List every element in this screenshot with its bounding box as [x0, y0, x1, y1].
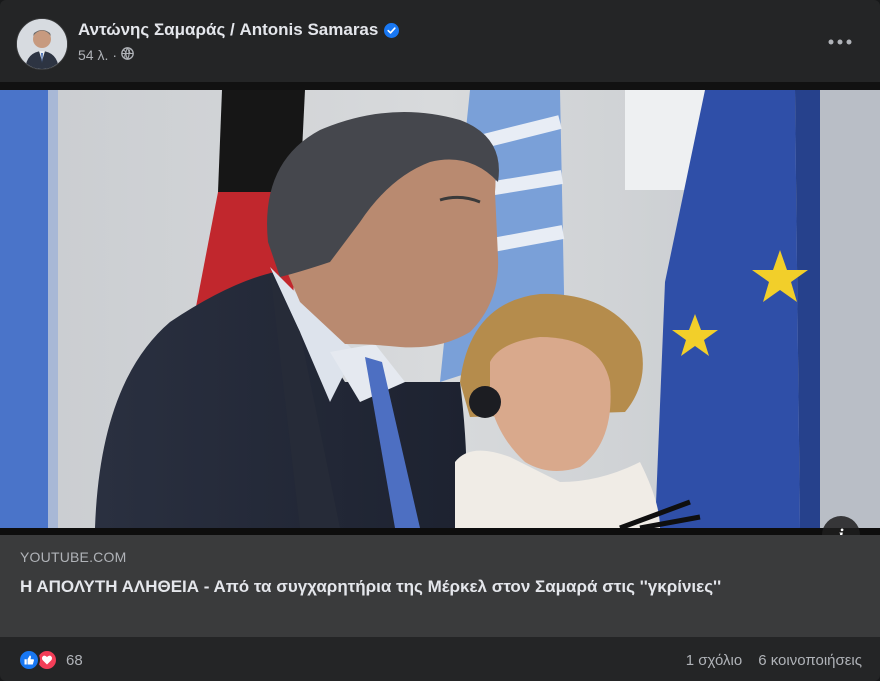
- post-meta: 54 λ. ·: [78, 47, 134, 63]
- more-options-icon[interactable]: [822, 24, 858, 60]
- verified-badge-icon: [384, 23, 400, 39]
- link-preview-image[interactable]: i: [0, 82, 880, 554]
- post-header: Αντώνης Σαμαράς / Antonis Samaras 54 λ. …: [0, 0, 880, 82]
- engagement-stats: 1 σχόλιο 6 κοινοποιήσεις: [686, 652, 862, 669]
- post-time[interactable]: 54 λ.: [78, 47, 108, 63]
- link-preview[interactable]: YOUTUBE.COM Η ΑΠΟΛΥΤΗ ΑΛΗΘΕΙΑ - Από τα σ…: [0, 535, 880, 637]
- author-name[interactable]: Αντώνης Σαμαράς / Antonis Samaras: [78, 20, 378, 39]
- post-card: Αντώνης Σαμαράς / Antonis Samaras 54 λ. …: [0, 0, 880, 681]
- reaction-count: 68: [66, 651, 83, 669]
- like-icon: [18, 649, 40, 671]
- reactions-summary[interactable]: 68: [18, 649, 83, 671]
- link-domain: YOUTUBE.COM: [20, 549, 127, 565]
- link-title[interactable]: Η ΑΠΟΛΥΤΗ ΑΛΗΘΕΙΑ - Από τα συγχαρητήρια …: [20, 575, 840, 598]
- meta-separator: ·: [112, 47, 118, 63]
- author-avatar[interactable]: [16, 18, 68, 70]
- author-name-link[interactable]: Αντώνης Σαμαράς / Antonis Samaras: [78, 20, 400, 40]
- globe-icon: [121, 47, 134, 63]
- post-footer: 68 1 σχόλιο 6 κοινοποιήσεις: [0, 637, 880, 681]
- comments-count[interactable]: 1 σχόλιο: [686, 652, 742, 669]
- shares-count[interactable]: 6 κοινοποιήσεις: [758, 652, 862, 669]
